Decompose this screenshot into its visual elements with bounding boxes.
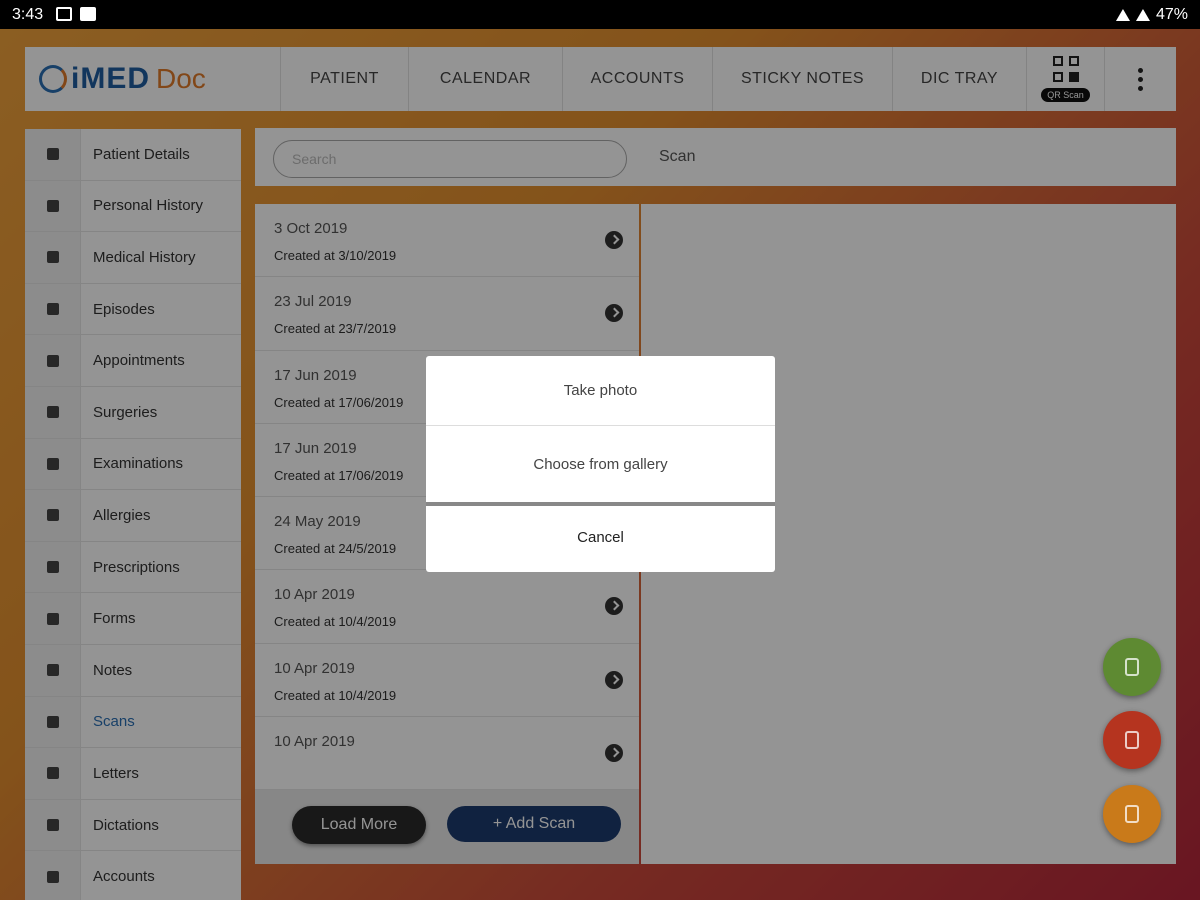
wifi-icon <box>1115 9 1130 21</box>
mic-icon <box>1125 658 1139 676</box>
cancel-button[interactable]: Cancel <box>426 506 775 568</box>
document-icon <box>1125 805 1139 823</box>
take-photo-option[interactable]: Take photo <box>426 356 775 426</box>
document-fab[interactable] <box>1103 785 1161 843</box>
status-time: 3:43 <box>12 6 44 23</box>
signal-icon <box>1135 9 1150 21</box>
print-fab[interactable] <box>1103 711 1161 769</box>
gallery-notification-icon <box>56 7 72 21</box>
choose-gallery-option[interactable]: Choose from gallery <box>426 426 775 506</box>
battery-level: 47% <box>1155 6 1188 23</box>
image-source-dialog: Take photo Choose from gallery Cancel <box>426 356 775 572</box>
print-icon <box>1125 731 1139 749</box>
dictation-fab[interactable] <box>1103 638 1161 696</box>
folder-notification-icon <box>80 7 96 21</box>
status-bar: 3:43 47% <box>0 0 1200 29</box>
